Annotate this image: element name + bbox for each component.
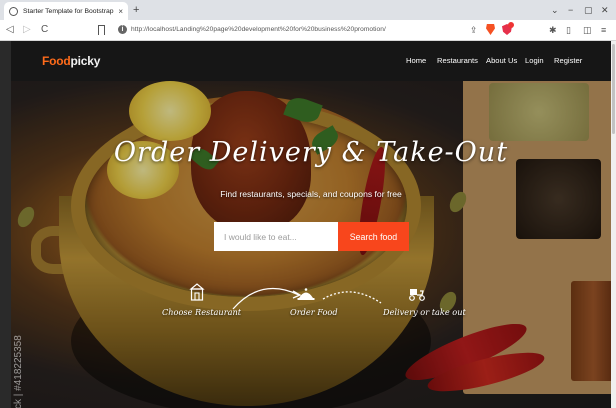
tab-search-chevron-icon[interactable]: ⌄ [551,3,559,17]
favicon-icon [9,6,18,16]
site-info-icon[interactable]: i [118,25,127,34]
window-restore-button[interactable]: ▢ [584,3,593,17]
nav-home[interactable]: Home [406,56,426,65]
extensions-icon[interactable]: ✱ [549,25,557,35]
scooter-icon [409,289,425,301]
step-delivery: Delivery or take out [383,307,466,317]
new-tab-button[interactable]: + [133,3,139,17]
restaurant-icon [189,283,205,301]
logo-picky: picky [70,54,101,68]
step-order-food: Order Food [290,307,338,317]
reload-icon[interactable]: C [41,24,48,36]
wallet-icon[interactable]: ◫ [583,25,592,35]
hero-subtitle: Find restaurants, specials, and coupons … [220,189,402,199]
site-logo[interactable]: Foodpicky [42,54,100,68]
hero-title: Order Delivery & Take-Out [113,137,509,168]
step-arrow-1 [232,287,300,310]
browser-address-bar: ◁ ▷ C i http://localhost/Landing%20page%… [0,20,616,41]
notification-badge [508,22,514,28]
nav-register[interactable]: Register [554,56,582,65]
window-close-button[interactable]: ✕ [601,3,609,17]
food-search-input[interactable] [214,222,338,251]
site-navbar: Foodpicky Home Restaurants About Us Logi… [11,41,611,81]
browser-tab[interactable]: Starter Template for Bootstrap × [4,2,128,20]
window-minimize-button[interactable]: − [568,3,573,17]
stock-watermark: ck | #418225358 [13,335,24,408]
menu-icon[interactable]: ≡ [601,25,606,35]
tab-close-icon[interactable]: × [118,7,123,16]
nav-restaurants[interactable]: Restaurants [437,56,478,65]
bookmark-icon[interactable] [98,25,105,35]
back-icon[interactable]: ◁ [6,24,14,36]
step-choose-restaurant: Choose Restaurant [162,307,242,317]
browser-tab-bar: Starter Template for Bootstrap × + ⌄ − ▢… [0,0,616,20]
nav-about-us[interactable]: About Us [486,56,517,65]
forward-icon[interactable]: ▷ [23,24,31,36]
nav-login[interactable]: Login [525,56,544,65]
logo-food: Food [42,54,71,68]
step-arrow-2 [322,291,382,304]
brave-shield-icon[interactable] [486,24,495,35]
tab-title: Starter Template for Bootstrap [23,7,114,15]
share-icon[interactable]: ⇪ [470,25,478,35]
url-field[interactable]: http://localhost/Landing%20page%20develo… [131,26,386,33]
search-food-button[interactable]: Search food [338,222,409,251]
sidebar-icon[interactable]: ▯ [566,25,571,35]
scrollbar-thumb[interactable] [612,44,615,134]
left-edge-strip [0,41,11,408]
website-viewport: Foodpicky Home Restaurants About Us Logi… [11,41,611,408]
cloche-icon [297,288,315,300]
